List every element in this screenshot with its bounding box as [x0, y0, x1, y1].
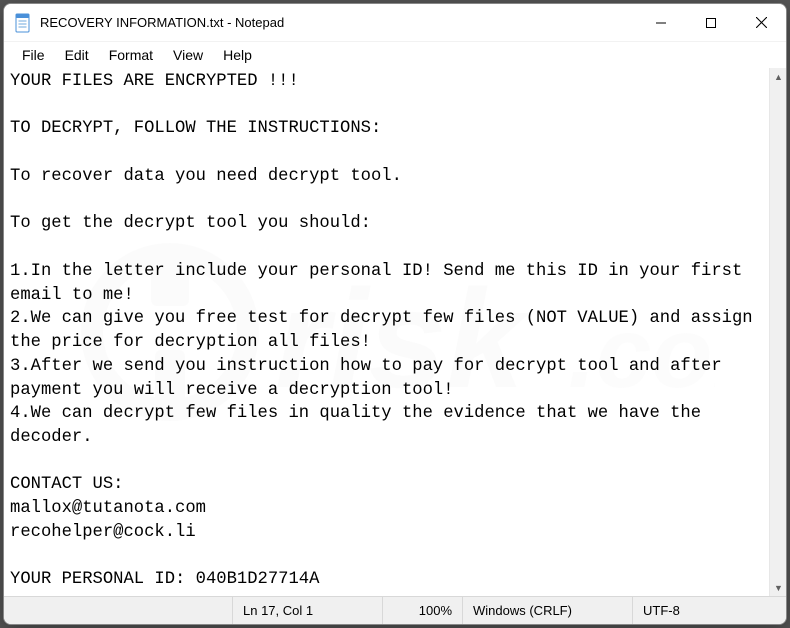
menu-view[interactable]: View [163, 44, 213, 66]
scroll-down-icon[interactable]: ▼ [770, 579, 786, 596]
menu-edit[interactable]: Edit [55, 44, 99, 66]
titlebar[interactable]: RECOVERY INFORMATION.txt - Notepad [4, 4, 786, 42]
menu-help[interactable]: Help [213, 44, 262, 66]
window-title: RECOVERY INFORMATION.txt - Notepad [40, 15, 284, 30]
vertical-scrollbar[interactable]: ▲ ▼ [769, 68, 786, 596]
text-area[interactable]: YOUR FILES ARE ENCRYPTED !!! TO DECRYPT,… [4, 68, 769, 596]
status-line-ending: Windows (CRLF) [462, 597, 632, 624]
status-cursor-position: Ln 17, Col 1 [232, 597, 382, 624]
maximize-button[interactable] [686, 4, 736, 42]
menubar: File Edit Format View Help [4, 42, 786, 68]
status-bar: Ln 17, Col 1 100% Windows (CRLF) UTF-8 [4, 596, 786, 624]
menu-format[interactable]: Format [99, 44, 163, 66]
editor-container: risk .com YOUR FILES ARE ENCRYPTED !!! T… [4, 68, 786, 596]
close-button[interactable] [736, 4, 786, 42]
notepad-icon [14, 13, 32, 33]
scroll-up-icon[interactable]: ▲ [770, 68, 786, 85]
window-frame: RECOVERY INFORMATION.txt - Notepad File … [3, 3, 787, 625]
status-encoding: UTF-8 [632, 597, 786, 624]
status-empty [4, 597, 232, 624]
status-zoom[interactable]: 100% [382, 597, 462, 624]
minimize-button[interactable] [636, 4, 686, 42]
menu-file[interactable]: File [12, 44, 55, 66]
